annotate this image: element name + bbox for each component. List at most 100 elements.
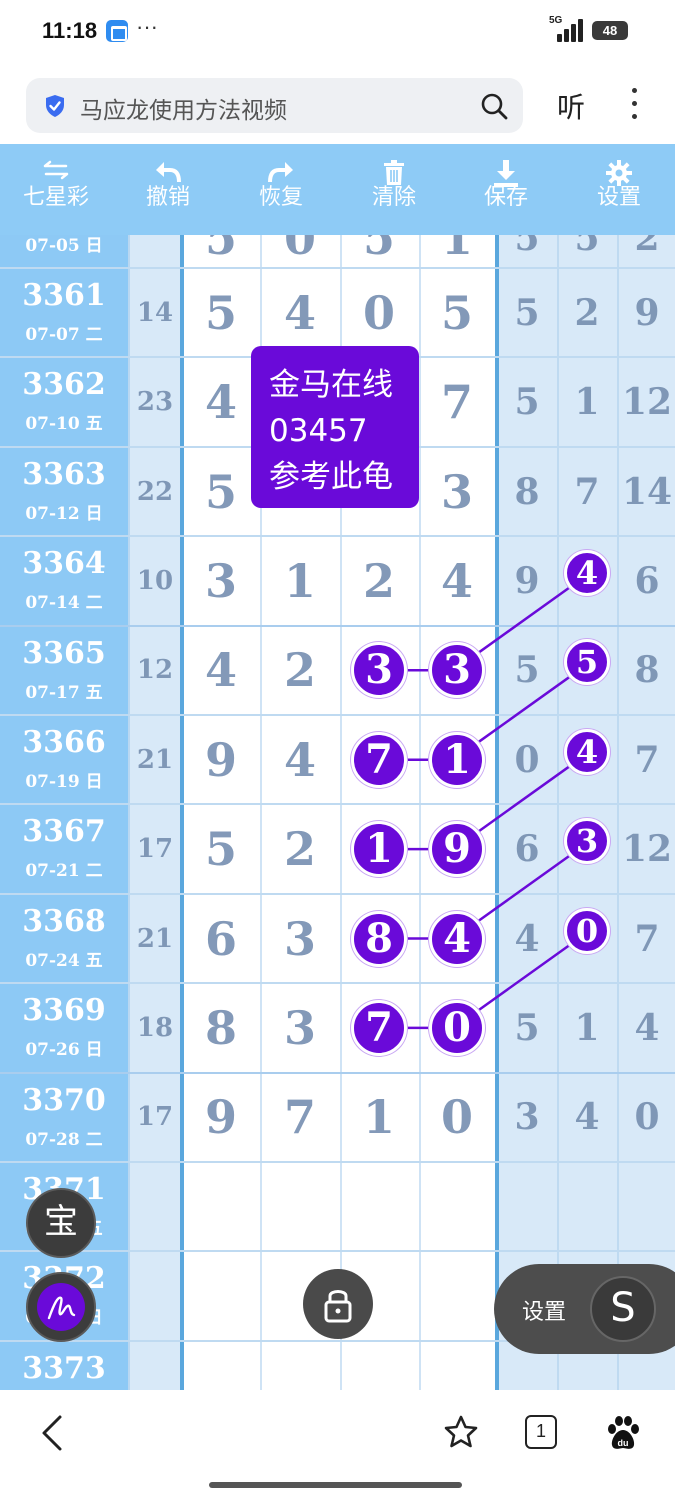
digit-cell[interactable]: 0: [265, 235, 335, 263]
digit-cell[interactable]: 5: [185, 462, 257, 522]
highlighted-digit-ball[interactable]: 3: [351, 642, 407, 699]
issue-number: 3367: [22, 814, 106, 850]
issue-number: 3368: [22, 903, 106, 939]
pen-button[interactable]: [26, 1272, 96, 1342]
more-menu-icon[interactable]: [628, 86, 640, 122]
toolbar-button-settings[interactable]: 设置: [563, 144, 675, 235]
row-divider: [0, 624, 675, 627]
digit-cell[interactable]: 9: [185, 730, 257, 790]
lock-button[interactable]: [303, 1269, 373, 1339]
star-icon[interactable]: [443, 1414, 479, 1450]
digit-cell[interactable]: 5: [185, 819, 257, 879]
digit-cell[interactable]: 1: [264, 551, 336, 611]
digit-cell[interactable]: 4: [185, 640, 257, 700]
issue-number: 3361: [22, 278, 106, 313]
search-bar[interactable]: 马应龙使用方法视频: [26, 78, 523, 133]
issue-number: 3373: [22, 1350, 106, 1386]
row-divider: [0, 267, 675, 269]
back-icon[interactable]: [38, 1414, 66, 1452]
digit-cell[interactable]: 1: [343, 1087, 415, 1147]
row-divider: [0, 1071, 675, 1074]
issue-date: 07-28 二: [25, 1129, 103, 1150]
digit-cell[interactable]: 1: [422, 235, 492, 263]
digit-cell[interactable]: 3: [421, 462, 493, 522]
digit-cell[interactable]: 4: [264, 283, 336, 343]
toolbar-button-undo[interactable]: 撤销: [112, 144, 224, 235]
digit-cell[interactable]: 4: [264, 730, 336, 790]
undo-icon: [112, 144, 224, 184]
highlighted-digit-ball: 4: [564, 549, 610, 596]
popup-line: 参考此龟: [269, 459, 393, 495]
sum-cell: 12: [136, 655, 174, 686]
digit-cell[interactable]: 2: [264, 640, 336, 700]
app-notification-icon: [106, 20, 128, 42]
svg-text:du: du: [618, 1438, 629, 1448]
popup-line: 金马在线: [269, 367, 393, 403]
tabs-button[interactable]: 1: [525, 1415, 557, 1449]
highlighted-digit-ball[interactable]: 3: [429, 642, 485, 699]
digit-cell: 8: [634, 649, 660, 692]
digit-cell[interactable]: 5: [421, 283, 493, 343]
toolbar-button-save[interactable]: 保存: [450, 144, 562, 235]
digit-cell: 5: [574, 235, 600, 259]
digit-cell[interactable]: 4: [421, 551, 493, 611]
digit-cell: 3: [514, 1096, 540, 1139]
gear-icon: [563, 144, 675, 186]
highlighted-digit-ball[interactable]: 1: [429, 731, 485, 788]
digit-cell[interactable]: 3: [264, 909, 336, 969]
digit-cell[interactable]: 5: [185, 283, 257, 343]
highlighted-digit-ball[interactable]: 1: [351, 821, 407, 878]
issue-number: 3366: [22, 725, 106, 760]
digit-cell[interactable]: 8: [185, 998, 257, 1058]
digit-cell[interactable]: 5: [186, 235, 256, 263]
issue-number: 3369: [22, 993, 106, 1029]
highlighted-digit-ball[interactable]: 0: [429, 999, 485, 1056]
bao-button[interactable]: 宝: [26, 1188, 96, 1258]
issue-number: 3362: [22, 367, 106, 403]
digit-cell: 5: [514, 381, 540, 424]
digit-cell: 0: [514, 738, 540, 781]
s-button[interactable]: S: [590, 1276, 656, 1342]
digit-cell[interactable]: 0: [421, 1087, 493, 1147]
digit-cell[interactable]: 2: [343, 551, 415, 611]
browser-header: 马应龙使用方法视频 听: [0, 62, 675, 144]
search-query: 马应龙使用方法视频: [80, 98, 287, 124]
shield-icon: [46, 95, 64, 117]
digit-cell[interactable]: 5: [344, 235, 414, 263]
settings-pill[interactable]: 设置 S: [494, 1264, 675, 1354]
highlighted-digit-ball[interactable]: 7: [351, 999, 407, 1056]
sum-cell: 23: [136, 387, 174, 418]
highlighted-digit-ball[interactable]: 8: [351, 910, 407, 967]
digit-cell[interactable]: 0: [343, 283, 415, 343]
issue-date: 07-12 日: [25, 503, 103, 524]
sum-cell: 18: [136, 1012, 174, 1043]
digit-cell[interactable]: 3: [185, 551, 257, 611]
issue-date: 07-17 五: [25, 682, 103, 703]
sum-cell: 10: [136, 565, 174, 596]
toolbar-button-clear[interactable]: 清除: [338, 144, 450, 235]
settings-pill-label: 设置: [522, 1300, 567, 1325]
search-icon[interactable]: [480, 92, 508, 120]
digit-cell: 4: [634, 1006, 660, 1049]
digit-cell[interactable]: 4: [185, 372, 257, 432]
highlighted-digit-ball[interactable]: 4: [429, 910, 485, 967]
toolbar-button-redo[interactable]: 恢复: [225, 144, 337, 235]
digit-cell[interactable]: 9: [185, 1087, 257, 1147]
sum-cell: 17: [136, 834, 174, 865]
info-popup: 金马在线 03457 参考此龟: [251, 346, 419, 508]
row-divider: [0, 1250, 675, 1253]
row-divider: [0, 535, 675, 538]
digit-cell[interactable]: 7: [421, 372, 493, 432]
digit-cell[interactable]: 2: [264, 819, 336, 879]
digit-cell[interactable]: 3: [264, 998, 336, 1058]
highlighted-digit-ball[interactable]: 9: [429, 821, 485, 878]
digit-cell[interactable]: 6: [185, 909, 257, 969]
toolbar-label: 七星彩: [22, 185, 89, 210]
highlighted-digit-ball[interactable]: 7: [351, 731, 407, 788]
baidu-paw-icon[interactable]: du: [605, 1414, 641, 1452]
sum-cell: 14: [136, 297, 174, 328]
digit-cell[interactable]: 7: [264, 1087, 336, 1147]
toolbar-button-qixingcai[interactable]: 七星彩: [0, 144, 112, 235]
row-divider: [0, 803, 675, 806]
listen-button[interactable]: 听: [557, 86, 585, 126]
